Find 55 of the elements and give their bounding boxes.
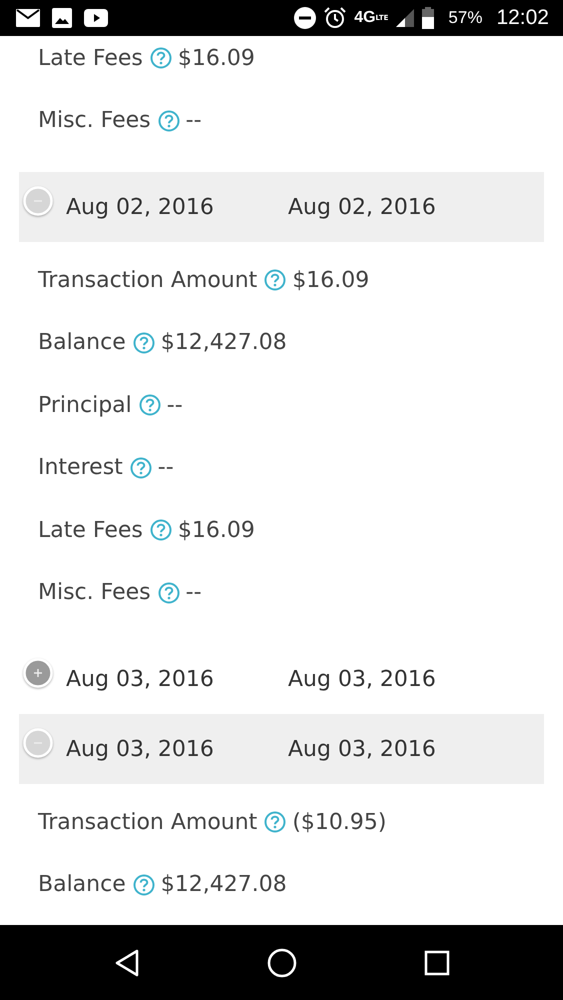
field-value: -- xyxy=(158,455,174,480)
date-row[interactable]: Aug 03, 2016 Aug 03, 2016 xyxy=(19,644,544,714)
field-label: Misc. Fees xyxy=(38,108,151,134)
field-label: Principal xyxy=(38,392,132,418)
field-value: $12,427.08 xyxy=(160,330,287,356)
help-icon[interactable] xyxy=(130,456,152,479)
field-value: $16.09 xyxy=(178,518,255,543)
field-value: ($10.95) xyxy=(292,810,386,835)
help-icon[interactable] xyxy=(132,332,155,354)
date-text: Aug 02, 2016 xyxy=(288,194,436,220)
date-text: Aug 02, 2016 xyxy=(66,194,215,220)
field-label: Interest xyxy=(38,455,123,480)
home-icon[interactable] xyxy=(266,948,296,978)
help-icon[interactable] xyxy=(150,47,172,70)
field-label: Late Fees xyxy=(38,46,143,71)
date-text: Aug 03, 2016 xyxy=(288,666,436,692)
field-label: Late Fees xyxy=(38,518,143,543)
battery-percent: 57% xyxy=(448,8,482,28)
field-label: Misc. Fees xyxy=(38,580,151,606)
recents-icon[interactable] xyxy=(424,950,450,976)
help-icon[interactable] xyxy=(150,519,172,542)
help-icon[interactable] xyxy=(138,394,161,416)
field-value: -- xyxy=(186,108,202,134)
back-icon[interactable] xyxy=(114,948,140,976)
expand-icon[interactable] xyxy=(23,658,53,688)
field-value: $12,427.08 xyxy=(160,872,287,898)
date-text: Aug 03, 2016 xyxy=(66,736,215,762)
field-label: Transaction Amount xyxy=(38,810,258,835)
field-value: -- xyxy=(166,392,183,418)
date-row[interactable]: Aug 03, 2016 Aug 03, 2016 xyxy=(19,714,544,784)
collapse-icon[interactable] xyxy=(23,186,53,216)
alarm-icon xyxy=(324,7,346,29)
mail-icon xyxy=(16,9,40,27)
help-icon[interactable] xyxy=(132,874,155,896)
help-icon[interactable] xyxy=(264,269,286,292)
clock-time: 12:02 xyxy=(496,6,549,30)
help-icon[interactable] xyxy=(264,811,286,834)
network-label: 4G xyxy=(354,9,376,27)
field-value: $16.09 xyxy=(292,268,370,293)
collapse-icon[interactable] xyxy=(23,728,53,758)
battery-icon xyxy=(422,7,434,29)
field-value: $16.09 xyxy=(178,46,255,71)
field-label: Balance xyxy=(38,330,126,356)
date-text: Aug 03, 2016 xyxy=(66,666,215,692)
play-icon xyxy=(84,9,108,27)
do-not-disturb-icon xyxy=(294,7,316,29)
signal-icon xyxy=(396,9,414,27)
image-icon xyxy=(52,8,72,28)
help-icon[interactable] xyxy=(158,110,180,132)
field-label: Transaction Amount xyxy=(38,268,258,293)
date-row[interactable]: Aug 02, 2016 Aug 02, 2016 xyxy=(19,172,544,242)
date-text: Aug 03, 2016 xyxy=(288,736,436,762)
help-icon[interactable] xyxy=(158,582,180,604)
field-label: Balance xyxy=(38,872,126,898)
field-value: -- xyxy=(186,580,202,606)
